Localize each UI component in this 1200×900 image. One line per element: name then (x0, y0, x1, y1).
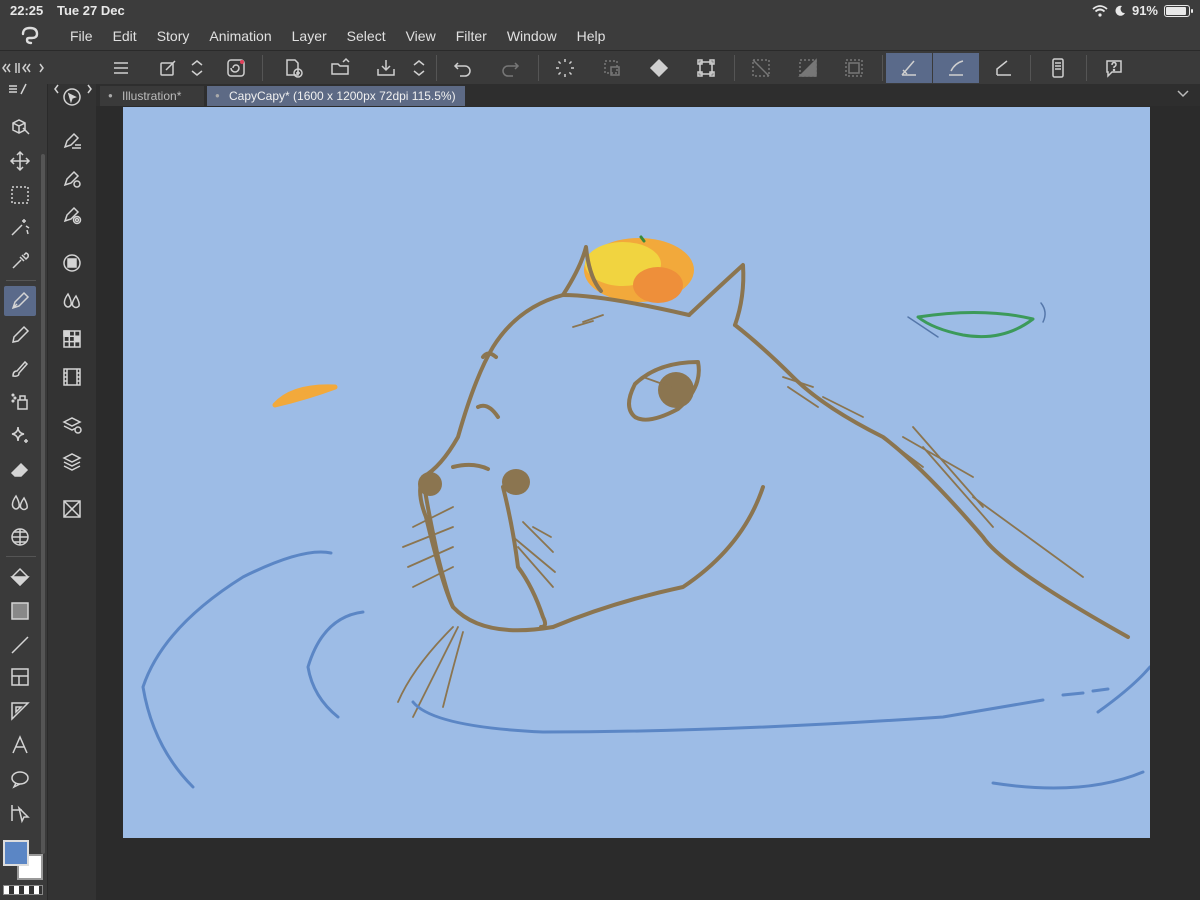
color-mix-icon[interactable] (56, 286, 88, 316)
brush-icon[interactable] (4, 354, 36, 384)
leaf (916, 310, 1035, 339)
3d-icon[interactable] (4, 112, 36, 142)
transform-icon[interactable] (690, 53, 722, 83)
menu-icon[interactable] (105, 53, 137, 83)
smartphone-icon[interactable] (1042, 53, 1074, 83)
tool-palette (0, 83, 48, 900)
layers-icon[interactable] (56, 446, 88, 476)
menu-bar: File Edit Story Animation Layer Select V… (0, 22, 1200, 50)
eyedropper-icon[interactable] (4, 246, 36, 276)
tab-capycapy[interactable]: CapyCapy* (1600 x 1200px 72dpi 115.5%) (207, 86, 465, 106)
marquee-icon[interactable] (4, 180, 36, 210)
chevron-down-icon[interactable] (1176, 86, 1190, 100)
canvas-area[interactable] (96, 106, 1200, 900)
up-down-icon-2[interactable] (408, 53, 430, 83)
clip-studio-logo-icon[interactable] (0, 22, 60, 50)
correct-line-icon[interactable] (4, 798, 36, 828)
snap-grid-icon[interactable] (988, 53, 1020, 83)
decoration-icon[interactable] (4, 420, 36, 450)
cloud-icon[interactable] (220, 53, 252, 83)
balloon-icon[interactable] (4, 764, 36, 794)
loading-icon[interactable] (549, 53, 581, 83)
text-icon[interactable] (4, 730, 36, 760)
help-icon[interactable] (1098, 53, 1130, 83)
orange-peel (272, 384, 338, 408)
color-set-icon[interactable] (56, 324, 88, 354)
pen-icon[interactable] (4, 286, 36, 316)
whiskers (397, 314, 1084, 718)
status-bar: 22:25 Tue 27 Dec 91% (0, 0, 1200, 22)
up-down-icon[interactable] (186, 53, 208, 83)
border-icon[interactable] (838, 53, 870, 83)
tab-illustration[interactable]: Illustration* (100, 86, 204, 106)
palette-menu-icon[interactable] (0, 78, 32, 100)
magic-wand-icon[interactable] (4, 212, 36, 242)
menu-select[interactable]: Select (337, 22, 396, 50)
brush-size-icon[interactable] (56, 200, 88, 230)
menu-file[interactable]: File (60, 22, 103, 50)
menu-window[interactable]: Window (497, 22, 567, 50)
frame-icon[interactable] (4, 662, 36, 692)
tool-property-icon[interactable] (56, 126, 88, 156)
snap-special-icon[interactable] (933, 53, 979, 83)
capybara-drawing (141, 235, 1152, 790)
save-icon[interactable] (370, 53, 402, 83)
timeline-icon[interactable] (56, 362, 88, 392)
menu-layer[interactable]: Layer (282, 22, 337, 50)
pencil-icon[interactable] (4, 320, 36, 350)
battery-icon (1164, 4, 1193, 17)
menu-story[interactable]: Story (147, 22, 200, 50)
color-wheel-icon[interactable] (56, 248, 88, 278)
figure-icon[interactable] (4, 522, 36, 552)
battery-percent: 91% (1131, 3, 1158, 18)
brush-settings-icon[interactable] (56, 164, 88, 194)
water-ripples (141, 550, 1152, 790)
wifi-icon (1092, 4, 1108, 17)
menu-edit[interactable]: Edit (103, 22, 147, 50)
menu-filter[interactable]: Filter (446, 22, 497, 50)
fill-tool-icon[interactable] (4, 562, 36, 592)
ruler-icon[interactable] (4, 696, 36, 726)
main-color-swatch[interactable] (3, 840, 29, 866)
invert-selection-icon[interactable] (792, 53, 824, 83)
capybara-outline (418, 245, 1130, 639)
line-icon[interactable] (4, 630, 36, 660)
sub-palette-bar (48, 84, 96, 900)
document-tabs: Illustration* CapyCapy* (1600 x 1200px 7… (96, 84, 1200, 106)
move-icon[interactable] (4, 146, 36, 176)
status-right: 91% (1092, 3, 1193, 18)
status-date: Tue 27 Dec (57, 3, 125, 18)
eraser-icon[interactable] (4, 454, 36, 484)
menu-view[interactable]: View (396, 22, 446, 50)
clear-selection-icon[interactable] (745, 53, 777, 83)
moon-icon (1115, 5, 1125, 16)
layer-property-icon[interactable] (56, 410, 88, 440)
menu-help[interactable]: Help (567, 22, 616, 50)
undo-icon[interactable] (447, 53, 479, 83)
edit-icon[interactable] (152, 53, 184, 83)
open-icon[interactable] (324, 53, 356, 83)
tool-palette-scrollbar[interactable] (41, 154, 45, 854)
airbrush-icon[interactable] (4, 386, 36, 416)
command-bar (0, 50, 1200, 84)
color-swatches[interactable] (0, 838, 48, 900)
app-window: 22:25 Tue 27 Dec 91% File Edit Story Ani… (0, 0, 1200, 900)
blend-icon[interactable] (4, 488, 36, 518)
status-time: 22:25 (10, 3, 44, 18)
selection-off-icon[interactable] (596, 53, 628, 83)
snap-ruler-icon[interactable] (886, 53, 932, 83)
new-icon[interactable] (277, 53, 309, 83)
material-icon[interactable] (56, 494, 88, 524)
transparent-color-swatch[interactable] (3, 885, 43, 895)
gradient-icon[interactable] (4, 596, 36, 626)
menu-animation[interactable]: Animation (199, 22, 281, 50)
navigator-icon[interactable] (56, 82, 88, 112)
redo-icon[interactable] (494, 53, 526, 83)
fill-icon[interactable] (643, 53, 675, 83)
drawing-canvas[interactable] (123, 107, 1152, 838)
